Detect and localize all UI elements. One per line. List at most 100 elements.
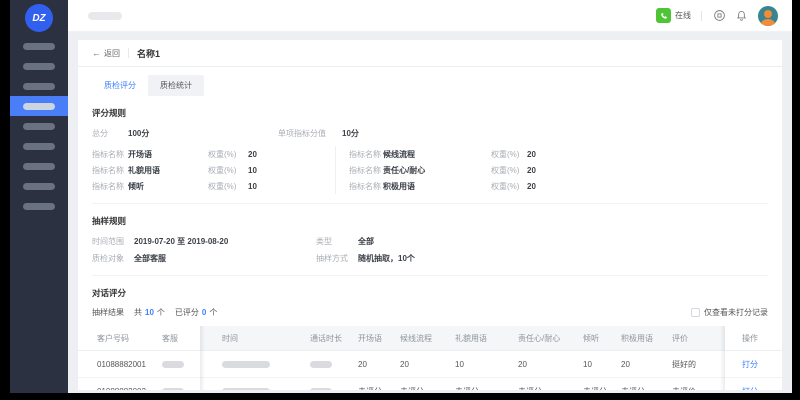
sidebar-item[interactable] [10, 76, 68, 96]
back-button[interactable]: ← 返回 [92, 48, 120, 59]
time-cell [200, 378, 296, 390]
col-header-positive: 积极用语 [616, 326, 668, 350]
unit-score-value: 10分 [342, 128, 359, 139]
total-prefix: 共 [134, 307, 142, 318]
col-header-opening: 开场语 [354, 326, 398, 350]
indicator-name-label: 指标名称 [92, 165, 128, 176]
nav-placeholder [23, 203, 55, 210]
nav-placeholder [23, 43, 55, 50]
inspect-target-value: 全部客服 [134, 253, 316, 264]
indicator-weight-label: 权重(%) [491, 165, 527, 176]
sidebar: DZ [10, 0, 68, 393]
indicator-weight-label: 权重(%) [208, 149, 248, 160]
agent-placeholder [162, 361, 184, 368]
indicator-row: 指标名称 责任心/耐心 权重(%) 20 [349, 162, 768, 178]
sampling-method-value: 随机抽取，10个 [358, 253, 415, 264]
indicator-weight-label: 权重(%) [208, 181, 248, 192]
tab-quality-statistics[interactable]: 质检统计 [148, 75, 204, 96]
score-hold-process: 20 [398, 351, 453, 377]
unit-score-label: 单项指标分值 [278, 128, 342, 139]
scoring-rules-title: 评分规则 [92, 107, 768, 119]
avatar-body [761, 19, 775, 26]
total-score-value: 100分 [128, 128, 278, 139]
time-range-label: 时间范围 [92, 236, 134, 247]
score-opening: 未评分 [354, 378, 398, 390]
sidebar-item[interactable] [10, 36, 68, 56]
indicator-name: 候线流程 [383, 149, 491, 160]
indicator-name: 积极用语 [383, 181, 491, 192]
sampling-method-label: 抽样方式 [316, 253, 350, 264]
indicator-name-label: 指标名称 [92, 149, 128, 160]
content-card: ← 返回 名称1 质检评分 质检统计 评分规则 总分 100分 单项指标分值 1… [78, 40, 782, 390]
col-header-responsibility: 责任心/耐心 [513, 326, 578, 350]
score-positive: 未评分 [616, 378, 668, 390]
user-avatar[interactable] [758, 6, 778, 26]
sidebar-item[interactable] [10, 176, 68, 196]
total-count-group: 共 10 个 [134, 307, 165, 318]
online-status-button[interactable]: 在线 [656, 8, 691, 23]
dialog-scoring-section: 对话评分 抽样结果 共 10 个 已评分 0 个 仅查看未 [78, 287, 782, 318]
score-action-link[interactable]: 打分 [742, 386, 758, 391]
apps-icon[interactable] [712, 9, 726, 23]
agent-placeholder [162, 388, 184, 391]
sidebar-item[interactable] [10, 136, 68, 156]
time-placeholder [222, 361, 270, 368]
score-politeness: 10 [453, 351, 513, 377]
indicator-row: 指标名称 礼貌用语 权重(%) 10 [92, 162, 335, 178]
col-header-action: 操作 [725, 326, 782, 350]
table-header-row: 客户号码 客服 时间 通话时长 开场语 候线流程 礼貌用语 责任心/耐心 倾听 … [78, 326, 782, 351]
sampling-rules-title: 抽样规则 [92, 215, 768, 227]
topbar-divider [701, 11, 702, 21]
score-hold-process: 未评分 [398, 378, 453, 390]
sidebar-nav [10, 36, 68, 216]
score-opening: 20 [354, 351, 398, 377]
nav-placeholder [23, 63, 55, 70]
header-divider [128, 48, 129, 58]
col-header-agent: 客服 [162, 326, 200, 350]
col-header-duration: 通话时长 [296, 326, 354, 350]
unscored-filter-checkbox[interactable] [691, 308, 700, 317]
total-unit: 个 [157, 307, 165, 318]
back-label: 返回 [104, 48, 120, 59]
score-action-link[interactable]: 打分 [742, 359, 758, 370]
indicator-row: 指标名称 候线流程 权重(%) 20 [349, 146, 768, 162]
sidebar-item[interactable] [10, 116, 68, 136]
sampling-row: 时间范围 2019-07-20 至 2019-08-20 类型 全部 [92, 233, 768, 249]
agent-cell [162, 351, 200, 377]
indicator-column-left: 指标名称 开场语 权重(%) 20 指标名称 礼貌用语 权重(%) 10 [92, 146, 335, 194]
table-row: 01088882002 未评分 未评分 未评分 未评分 未评分 未评分 未评价 … [78, 378, 782, 390]
nav-placeholder [23, 103, 55, 110]
app-logo[interactable]: DZ [25, 4, 53, 32]
col-header-evaluation: 评价 [668, 326, 725, 350]
sidebar-item[interactable] [10, 156, 68, 176]
breadcrumb-placeholder [88, 12, 122, 20]
indicator-row: 指标名称 开场语 权重(%) 20 [92, 146, 335, 162]
scoring-table: 客户号码 客服 时间 通话时长 开场语 候线流程 礼貌用语 责任心/耐心 倾听 … [78, 326, 782, 390]
time-placeholder [222, 388, 270, 391]
score-responsibility: 20 [513, 351, 578, 377]
col-header-politeness: 礼貌用语 [453, 326, 513, 350]
col-header-time: 时间 [200, 326, 296, 350]
tab-quality-scoring[interactable]: 质检评分 [92, 75, 148, 96]
section-divider [92, 275, 768, 276]
tab-group: 质检评分 质检统计 [92, 75, 204, 96]
agent-cell [162, 378, 200, 390]
unscored-filter-label: 仅查看未打分记录 [704, 307, 768, 318]
nav-placeholder [23, 83, 55, 90]
type-value: 全部 [358, 236, 374, 247]
sidebar-item-active[interactable] [10, 96, 68, 116]
evaluation: 挺好的 [668, 351, 725, 377]
sidebar-item[interactable] [10, 56, 68, 76]
bell-icon[interactable] [734, 9, 748, 23]
type-label: 类型 [316, 236, 350, 247]
avatar-head [764, 10, 772, 18]
indicator-name-label: 指标名称 [349, 181, 383, 192]
main-area: ← 返回 名称1 质检评分 质检统计 评分规则 总分 100分 单项指标分值 1… [68, 32, 792, 393]
sampling-row: 质检对象 全部客服 抽样方式 随机抽取，10个 [92, 250, 768, 266]
sidebar-item[interactable] [10, 196, 68, 216]
unscored-filter[interactable]: 仅查看未打分记录 [691, 307, 768, 318]
dialog-scoring-title: 对话评分 [92, 287, 768, 299]
duration-placeholder [310, 361, 332, 368]
total-score-label: 总分 [92, 128, 128, 139]
time-range-value: 2019-07-20 至 2019-08-20 [134, 236, 316, 247]
